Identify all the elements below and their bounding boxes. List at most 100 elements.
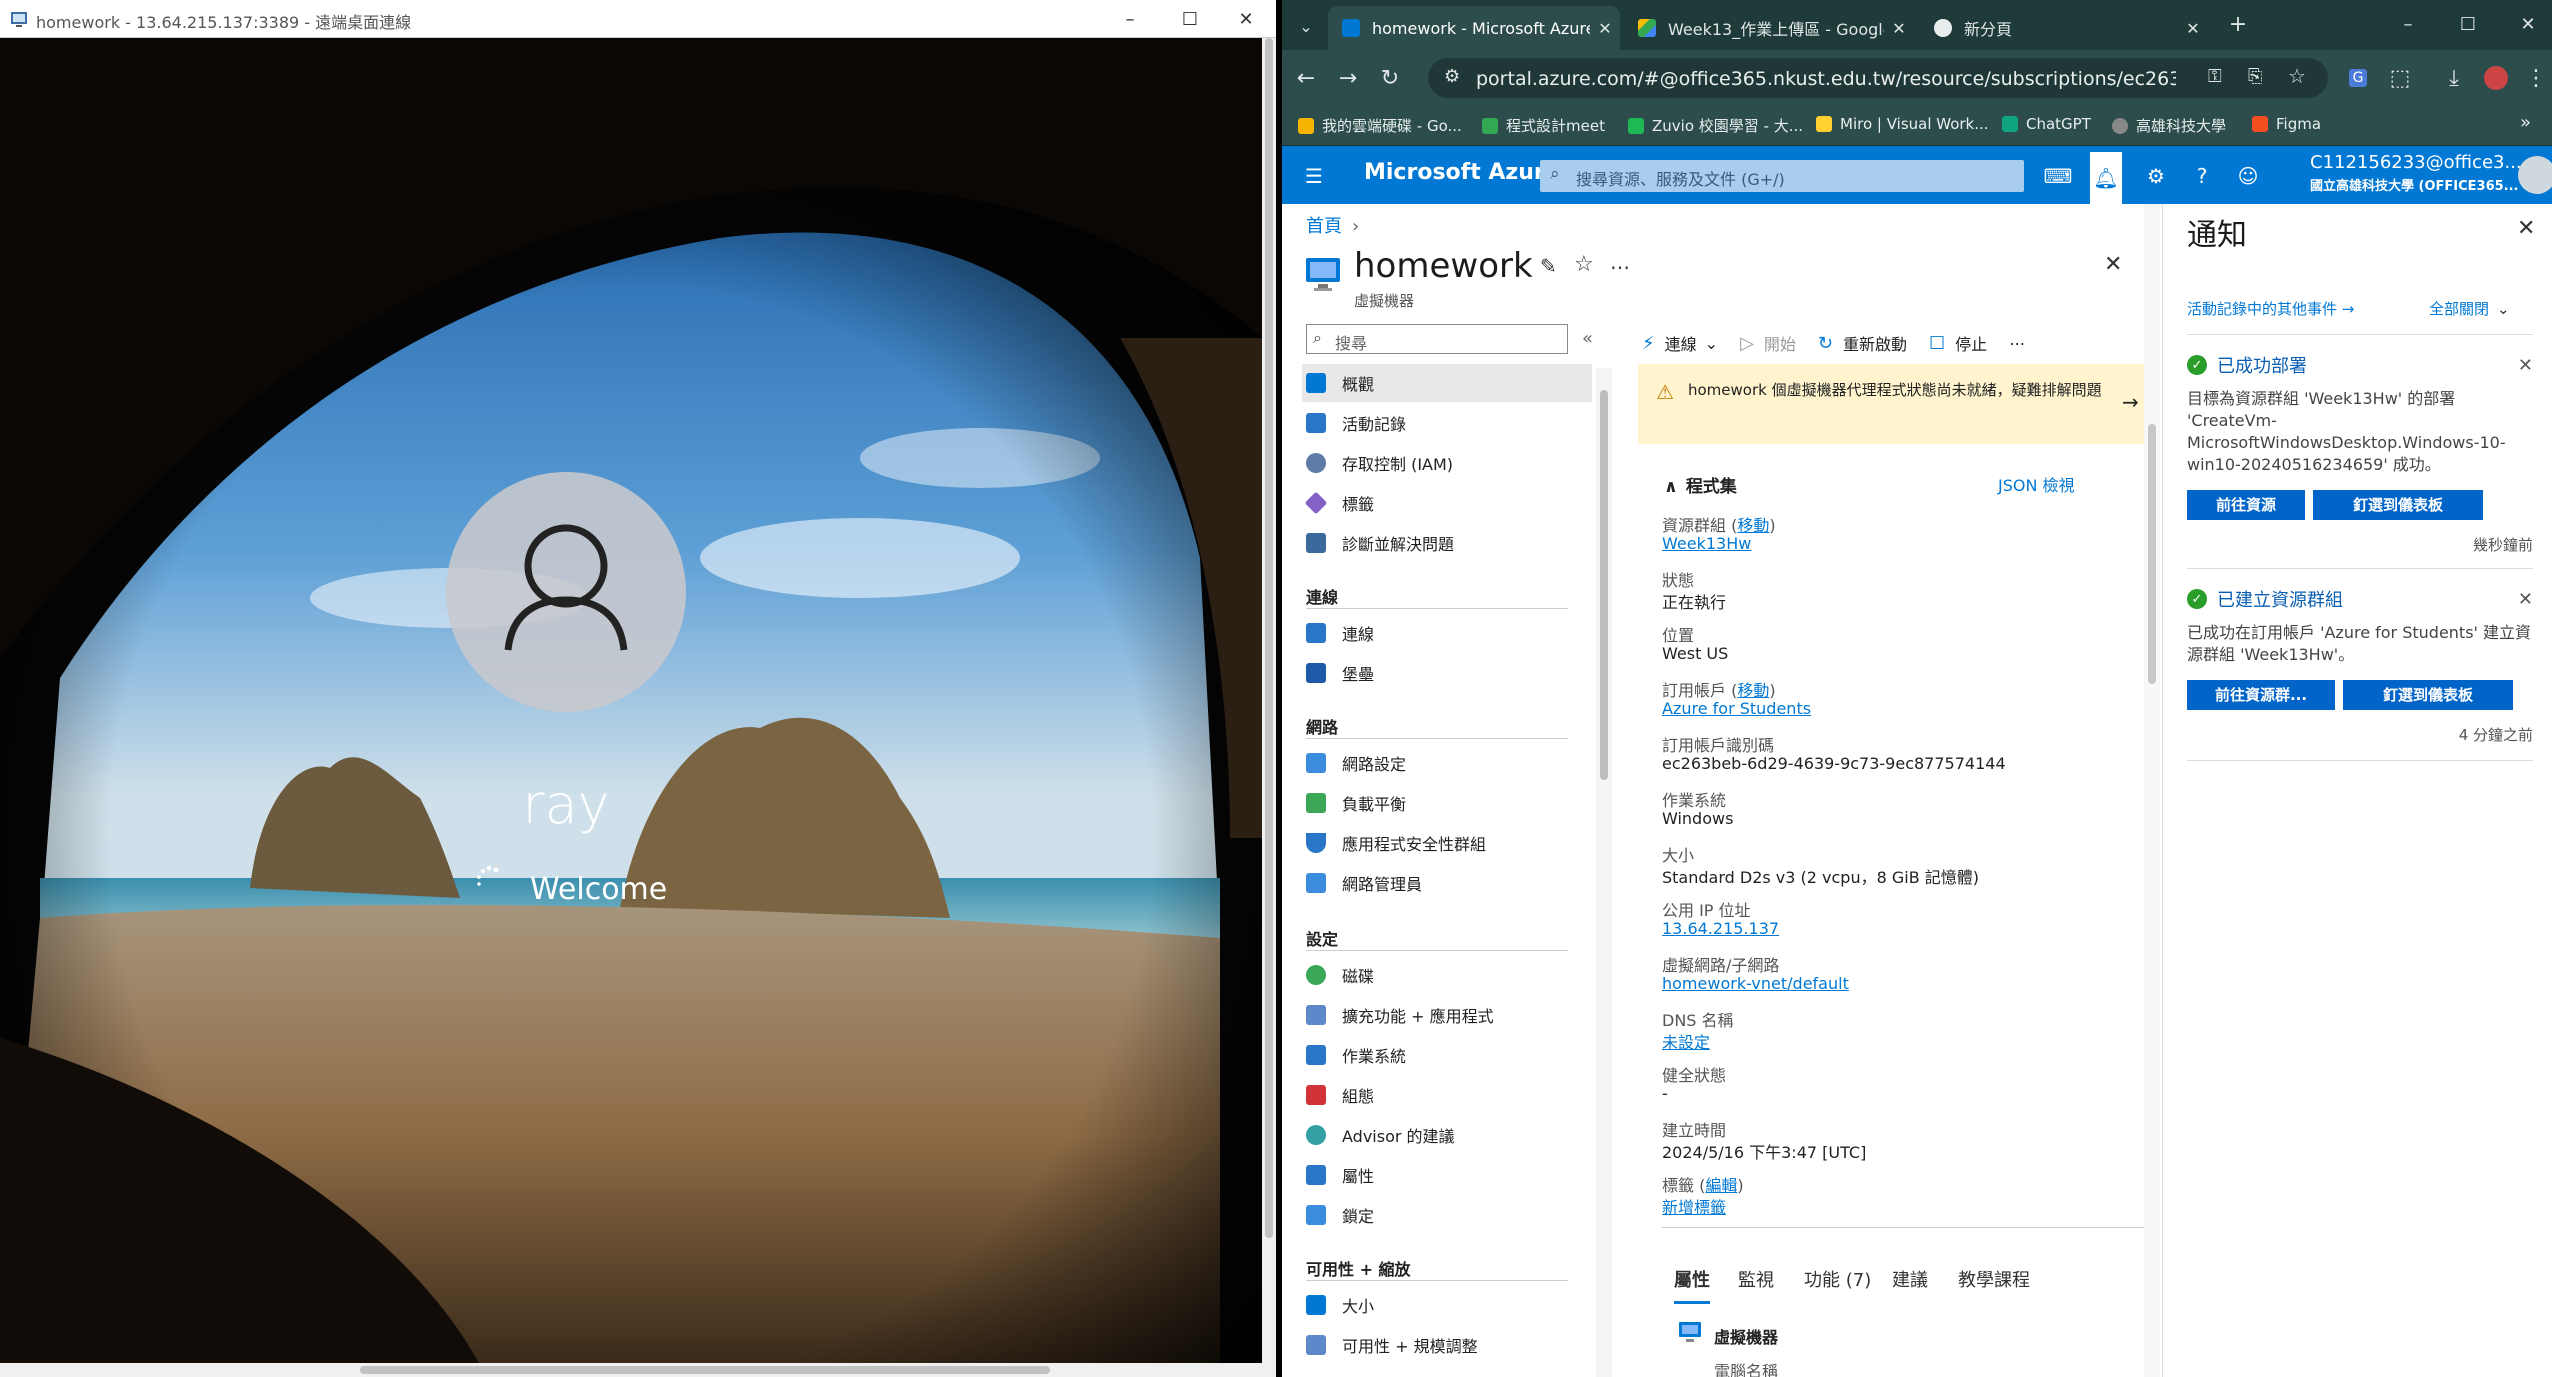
download-icon[interactable]: ⤓ (2438, 62, 2470, 94)
dismiss-notification-icon[interactable]: ✕ (2518, 589, 2533, 610)
more-commands-icon[interactable]: ⋯ (2009, 334, 2025, 353)
subscription-link[interactable]: Azure for Students (1662, 699, 2132, 721)
azure-search-input[interactable]: ⌕ 搜尋資源、服務及文件 (G+/) (1540, 160, 2024, 192)
menu-item-disks[interactable]: 磁碟 (1302, 956, 1592, 994)
tab-monitoring[interactable]: 監視 (1738, 1266, 1774, 1292)
move-subscription-link[interactable]: 移動 (1737, 681, 1769, 700)
resource-group-link[interactable]: Week13Hw (1662, 534, 2132, 556)
feedback-icon[interactable]: ☺ (2232, 160, 2264, 192)
portal-menu-icon[interactable]: ☰ (1298, 160, 1330, 192)
stop-button[interactable]: ☐ 停止 (1929, 331, 1987, 355)
profile-avatar[interactable] (2480, 62, 2512, 94)
menu-item-configuration[interactable]: 組態 (1302, 1076, 1592, 1114)
dismiss-notification-icon[interactable]: ✕ (2518, 355, 2533, 376)
tab-capabilities[interactable]: 功能 (7) (1804, 1266, 1871, 1292)
tab-properties[interactable]: 屬性 (1674, 1266, 1710, 1304)
close-tab-icon[interactable]: ✕ (1590, 19, 1620, 38)
menu-item-properties[interactable]: 屬性 (1302, 1156, 1592, 1194)
menu-item-extensions[interactable]: 擴充功能 + 應用程式 (1302, 996, 1592, 1034)
menu-item-size[interactable]: 大小 (1302, 1286, 1592, 1324)
back-button[interactable]: ← (1290, 62, 1322, 94)
go-to-resource-button[interactable]: 前往資源 (2187, 490, 2305, 520)
json-view-link[interactable]: JSON 檢視 (1998, 472, 2075, 496)
azure-brand[interactable]: Microsoft Azure (1364, 160, 1560, 185)
reload-button[interactable]: ↻ (1374, 62, 1406, 94)
edit-tags-link[interactable]: 編輯 (1705, 1176, 1737, 1195)
start-button[interactable]: ▷ 開始 (1740, 331, 1796, 355)
bookmark-item[interactable]: 程式設計meet (1482, 115, 1605, 136)
bookmark-item[interactable]: Zuvio 校園學習 - 大... (1628, 115, 1803, 136)
dns-configure-link[interactable]: 未設定 (1662, 1029, 2132, 1052)
pin-to-dashboard-button[interactable]: 釘選到儀表板 (2313, 490, 2483, 520)
close-notifications-icon[interactable]: ✕ (2517, 216, 2535, 241)
tab-google-drive[interactable]: Week13_作業上傳區 - Google ✕ (1624, 6, 1914, 50)
go-to-resource-group-button[interactable]: 前往資源群... (2187, 680, 2335, 710)
password-key-icon[interactable]: ⚿ (2208, 66, 2222, 87)
collapse-menu-icon[interactable]: « (1582, 328, 1593, 349)
cloud-shell-icon[interactable]: ⌨ (2042, 160, 2074, 192)
menu-item-bastion[interactable]: 堡壘 (1302, 654, 1592, 692)
menu-item-advisor[interactable]: Advisor 的建議 (1302, 1116, 1592, 1154)
menu-item-os[interactable]: 作業系統 (1302, 1036, 1592, 1074)
close-blade-icon[interactable]: ✕ (2104, 252, 2122, 277)
close-tab-icon[interactable]: ✕ (1884, 19, 1914, 38)
notification-card-resource-group[interactable]: ✓ 已建立資源群組 ✕ 已成功在訂用帳戶 'Azure for Students' … (2187, 586, 2533, 745)
menu-item-locks[interactable]: 鎖定 (1302, 1196, 1592, 1234)
dismiss-all-button[interactable]: 全部關閉 ⌄ (2429, 298, 2510, 319)
settings-gear-icon[interactable]: ⚙ (2140, 160, 2172, 192)
bookmark-item[interactable]: Figma (2252, 115, 2321, 133)
bookmark-item[interactable]: ChatGPT (2002, 115, 2091, 133)
help-icon[interactable]: ? (2186, 160, 2218, 192)
bookmark-item[interactable]: 高雄科技大學 (2112, 115, 2226, 136)
window-maximize-button[interactable]: ☐ (2452, 8, 2484, 40)
more-bookmarks-icon[interactable]: » (2520, 112, 2531, 133)
minimize-button[interactable]: – (1100, 2, 1160, 36)
essentials-toggle[interactable]: ∧ 程式集 (1664, 472, 1737, 497)
resource-menu-search[interactable]: ⌕ 搜尋 (1306, 324, 1568, 354)
pin-icon[interactable]: ✎ (1540, 254, 1557, 278)
more-events-link[interactable]: 活動記錄中的其他事件 → (2187, 298, 2354, 319)
menu-item-activity-log[interactable]: 活動記錄 (1302, 404, 1592, 442)
add-tags-link[interactable]: 新增標籤 (1662, 1194, 2132, 1217)
restart-button[interactable]: ↻ 重新啟動 (1818, 331, 1907, 355)
tab-new-tab[interactable]: 新分頁 ✕ (1920, 6, 2208, 50)
window-close-button[interactable]: ✕ (2512, 8, 2544, 40)
tab-search-icon[interactable]: ⌄ (1290, 10, 1322, 42)
tab-recommendations[interactable]: 建議 (1892, 1266, 1928, 1292)
more-actions-icon[interactable]: … (1610, 250, 1630, 274)
agent-warning-banner[interactable]: ⚠ homework 個虛擬機器代理程式狀態尚未就緒，疑難排解問題 → (1638, 364, 2158, 444)
public-ip-link[interactable]: 13.64.215.137 (1662, 919, 2132, 941)
site-info-icon[interactable]: ⚙ (1444, 66, 1460, 87)
account-avatar[interactable] (2518, 156, 2552, 194)
menu-item-load-balancing[interactable]: 負載平衡 (1302, 784, 1592, 822)
content-scrollbar[interactable] (2144, 204, 2160, 1377)
notifications-bell-icon[interactable]: 🔔︎ (2090, 152, 2122, 204)
bookmark-item[interactable]: 我的雲端硬碟 - Go... (1298, 115, 1462, 136)
menu-item-connect[interactable]: 連線 (1302, 614, 1592, 652)
bookmark-star-icon[interactable]: ☆ (2288, 64, 2306, 88)
menu-item-overview[interactable]: 概觀 (1302, 364, 1592, 402)
install-app-icon[interactable]: ⎘ (2248, 66, 2262, 87)
notification-card-deploy[interactable]: ✓ 已成功部署 ✕ 目標為資源群組 'Week13Hw' 的部署 'CreateVm… (2187, 352, 2533, 555)
menu-item-network-manager[interactable]: 網路管理員 (1302, 864, 1592, 902)
rdp-vertical-scrollbar[interactable] (1262, 38, 1276, 1365)
favorite-star-icon[interactable]: ☆ (1574, 252, 1594, 277)
bookmark-item[interactable]: Miro | Visual Work... (1816, 115, 1989, 133)
rdp-horizontal-scrollbar[interactable] (0, 1363, 1276, 1377)
account-info[interactable]: C112156233@office3... 國立高雄科技大學 (OFFICE36… (2310, 152, 2522, 194)
vnet-link[interactable]: homework-vnet/default (1662, 974, 2132, 996)
menu-item-diagnose[interactable]: 診斷並解決問題 (1302, 524, 1592, 562)
menu-item-asg[interactable]: 應用程式安全性群組 (1302, 824, 1592, 862)
connect-button[interactable]: ⚡ 連線 ⌄ (1642, 331, 1718, 355)
resource-menu-scrollbar[interactable] (1596, 368, 1612, 1377)
menu-item-network-settings[interactable]: 網路設定 (1302, 744, 1592, 782)
maximize-button[interactable]: ☐ (1160, 2, 1220, 36)
extensions-icon[interactable]: ⬚ (2384, 62, 2416, 94)
translate-icon[interactable]: G (2342, 62, 2374, 94)
breadcrumb[interactable]: 首頁 › (1306, 212, 1359, 238)
new-tab-button[interactable]: + (2222, 8, 2254, 40)
move-rg-link[interactable]: 移動 (1737, 516, 1769, 535)
menu-item-iam[interactable]: 存取控制 (IAM) (1302, 444, 1592, 482)
close-tab-icon[interactable]: ✕ (2178, 19, 2208, 38)
tab-azure[interactable]: homework - Microsoft Azure ✕ (1328, 6, 1620, 50)
